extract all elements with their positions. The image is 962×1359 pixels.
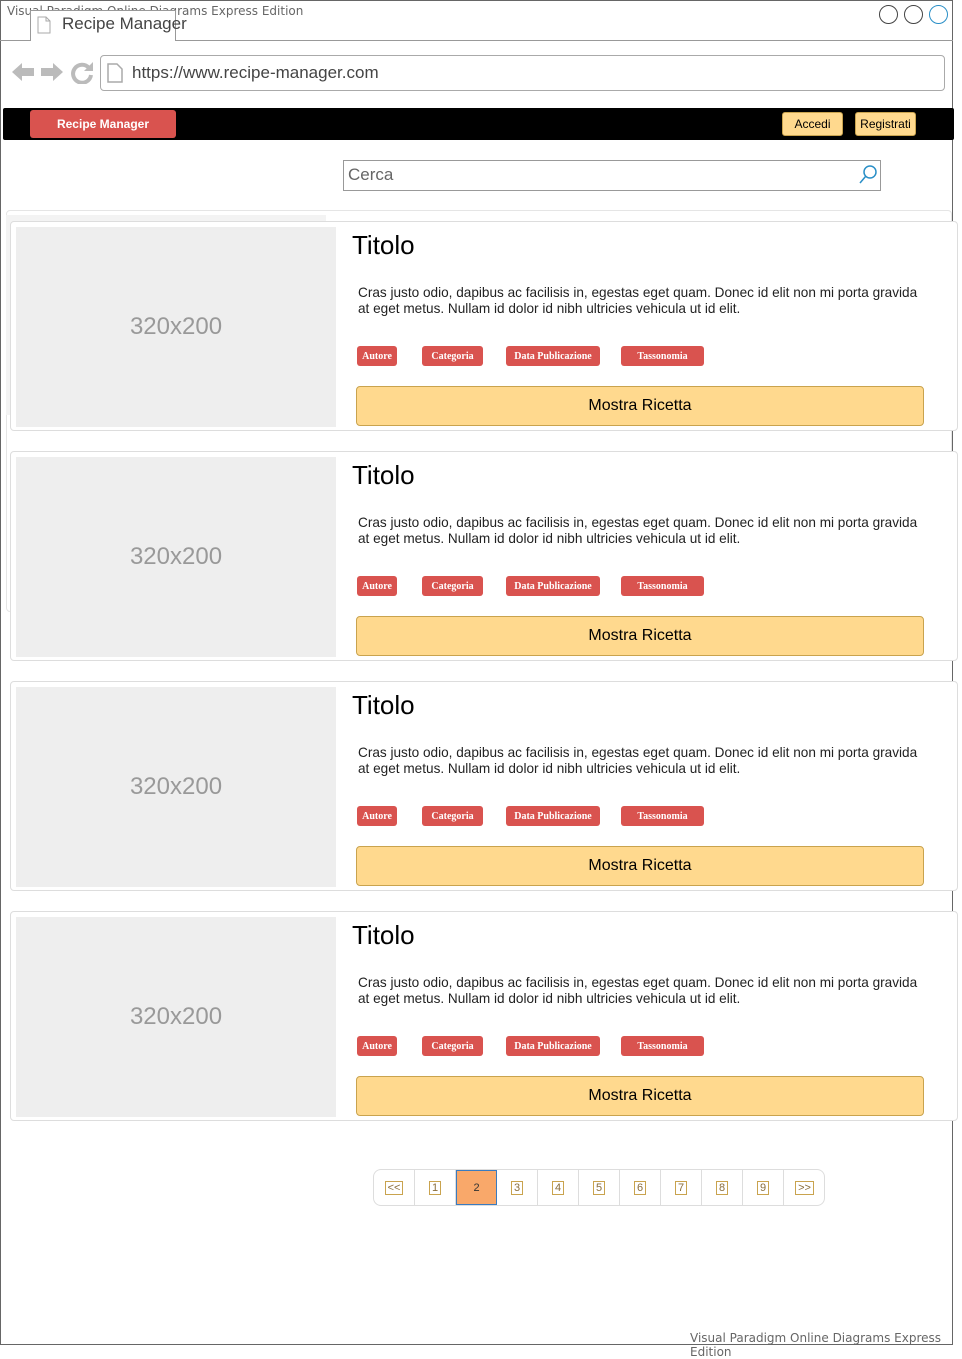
tag-publication-date[interactable]: Data Publicazione bbox=[506, 1036, 600, 1056]
tag-author[interactable]: Autore bbox=[357, 346, 397, 366]
page-icon bbox=[107, 63, 123, 83]
pagination: << 1 2 3 4 5 6 7 8 9 >> bbox=[373, 1169, 825, 1206]
recipe-title: Titolo bbox=[352, 920, 415, 950]
register-button[interactable]: Registrati bbox=[855, 112, 916, 136]
tag-category[interactable]: Categoria bbox=[422, 806, 483, 826]
tag-publication-date[interactable]: Data Publicazione bbox=[506, 346, 600, 366]
tag-author[interactable]: Autore bbox=[357, 1036, 397, 1056]
show-recipe-button[interactable]: Mostra Ricetta bbox=[356, 846, 924, 886]
pagination-page-9[interactable]: 9 bbox=[743, 1170, 784, 1205]
tag-publication-date[interactable]: Data Publicazione bbox=[506, 806, 600, 826]
recipe-card: 320x200 Titolo Cras justo odio, dapibus … bbox=[10, 451, 958, 661]
tag-publication-date[interactable]: Data Publicazione bbox=[506, 576, 600, 596]
pagination-page-5[interactable]: 5 bbox=[579, 1170, 620, 1205]
pagination-page-7[interactable]: 7 bbox=[661, 1170, 702, 1205]
search-placeholder: Cerca bbox=[348, 165, 394, 184]
recipe-title: Titolo bbox=[352, 690, 415, 720]
tag-category[interactable]: Categoria bbox=[422, 1036, 483, 1056]
pagination-page-8[interactable]: 8 bbox=[702, 1170, 743, 1205]
pagination-prev[interactable]: << bbox=[374, 1170, 415, 1205]
url-text: https://www.recipe-manager.com bbox=[132, 63, 379, 82]
recipe-image-placeholder: 320x200 bbox=[16, 227, 336, 427]
pagination-page-label: 3 bbox=[510, 1180, 524, 1195]
tag-author[interactable]: Autore bbox=[357, 806, 397, 826]
pagination-page-6[interactable]: 6 bbox=[620, 1170, 661, 1205]
browser-window bbox=[0, 0, 953, 1345]
pagination-prev-label: << bbox=[384, 1180, 404, 1195]
recipe-image-placeholder: 320x200 bbox=[16, 687, 336, 887]
pagination-page-label: 1 bbox=[428, 1180, 442, 1195]
show-recipe-button[interactable]: Mostra Ricetta bbox=[356, 616, 924, 656]
pagination-page-3[interactable]: 3 bbox=[497, 1170, 538, 1205]
pagination-next-label: >> bbox=[795, 1180, 814, 1195]
pagination-page-label: 4 bbox=[551, 1180, 565, 1195]
pagination-page-label: 2 bbox=[473, 1181, 480, 1194]
tag-taxonomy[interactable]: Tassonomia bbox=[621, 1036, 704, 1056]
minimize-button[interactable] bbox=[879, 5, 898, 24]
tag-author[interactable]: Autore bbox=[357, 576, 397, 596]
close-button[interactable] bbox=[929, 5, 948, 24]
pagination-page-2-active[interactable]: 2 bbox=[456, 1170, 497, 1205]
tag-taxonomy[interactable]: Tassonomia bbox=[621, 576, 704, 596]
pagination-page-label: 9 bbox=[756, 1180, 770, 1195]
tag-category[interactable]: Categoria bbox=[422, 346, 483, 366]
pagination-page-label: 7 bbox=[674, 1180, 688, 1195]
search-icon[interactable] bbox=[858, 164, 878, 186]
pagination-page-label: 5 bbox=[592, 1180, 606, 1195]
pagination-page-label: 8 bbox=[715, 1180, 729, 1195]
pagination-next[interactable]: >> bbox=[784, 1170, 824, 1205]
recipe-image-placeholder: 320x200 bbox=[16, 917, 336, 1117]
login-button[interactable]: Accedi bbox=[782, 112, 843, 136]
document-icon bbox=[37, 16, 51, 34]
watermark-bottom: Visual Paradigm Online Diagrams Express … bbox=[690, 1331, 942, 1359]
pagination-page-4[interactable]: 4 bbox=[538, 1170, 579, 1205]
recipe-title: Titolo bbox=[352, 460, 415, 490]
recipe-card: 320x200 Titolo Cras justo odio, dapibus … bbox=[10, 911, 958, 1121]
recipe-description: Cras justo odio, dapibus ac facilisis in… bbox=[358, 745, 918, 776]
recipe-description: Cras justo odio, dapibus ac facilisis in… bbox=[358, 975, 918, 1006]
reload-icon[interactable] bbox=[70, 60, 94, 84]
back-arrow-icon[interactable] bbox=[11, 60, 35, 84]
forward-arrow-icon[interactable] bbox=[40, 60, 64, 84]
recipe-title: Titolo bbox=[352, 230, 415, 260]
tag-taxonomy[interactable]: Tassonomia bbox=[621, 346, 704, 366]
recipe-description: Cras justo odio, dapibus ac facilisis in… bbox=[358, 285, 918, 316]
tab-title: Recipe Manager bbox=[62, 14, 187, 33]
pagination-page-1[interactable]: 1 bbox=[415, 1170, 456, 1205]
show-recipe-button[interactable]: Mostra Ricetta bbox=[356, 386, 924, 426]
tag-category[interactable]: Categoria bbox=[422, 576, 483, 596]
search-input[interactable] bbox=[343, 160, 881, 191]
maximize-button[interactable] bbox=[904, 5, 923, 24]
brand-button[interactable]: Recipe Manager bbox=[30, 110, 176, 138]
recipe-card: 320x200 Titolo Cras justo odio, dapibus … bbox=[10, 221, 958, 431]
recipe-card: 320x200 Titolo Cras justo odio, dapibus … bbox=[10, 681, 958, 891]
show-recipe-button[interactable]: Mostra Ricetta bbox=[356, 1076, 924, 1116]
tag-taxonomy[interactable]: Tassonomia bbox=[621, 806, 704, 826]
recipe-description: Cras justo odio, dapibus ac facilisis in… bbox=[358, 515, 918, 546]
pagination-page-label: 6 bbox=[633, 1180, 647, 1195]
recipe-image-placeholder: 320x200 bbox=[16, 457, 336, 657]
